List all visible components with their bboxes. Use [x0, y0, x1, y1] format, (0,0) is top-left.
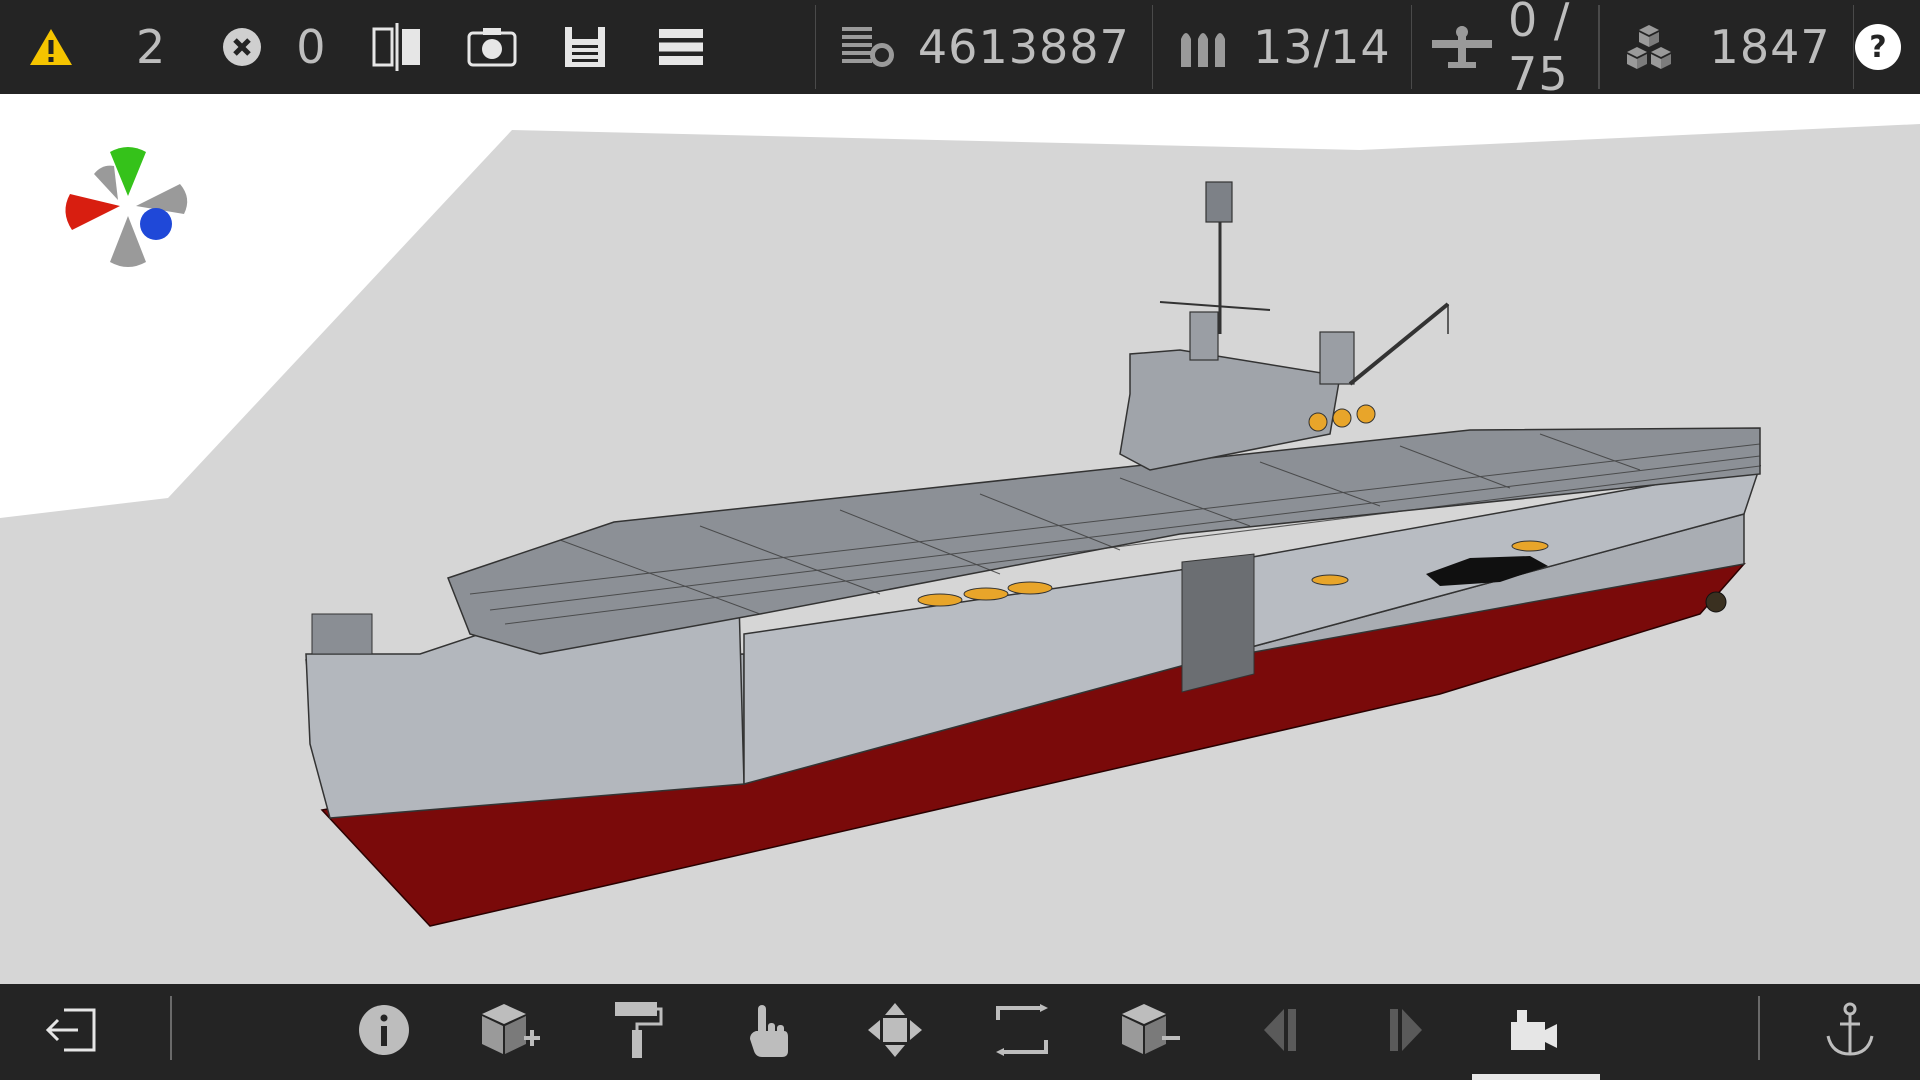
save-icon [563, 25, 607, 69]
scene-canvas [0, 124, 1920, 984]
screenshot-button[interactable] [467, 0, 517, 94]
previous-button[interactable] [1230, 984, 1330, 1080]
ship-radar [1205, 181, 1233, 223]
mirror-symmetry-button[interactable] [371, 0, 423, 94]
errors-count: 0 [296, 20, 327, 74]
paint-roller-icon [613, 1000, 663, 1064]
ammo-value: 13/14 [1253, 20, 1391, 74]
ammo-stat: 13/14 [1177, 0, 1391, 94]
next-icon [1386, 1007, 1426, 1057]
exit-icon [42, 1006, 98, 1058]
blocks-value: 1847 [1709, 20, 1831, 74]
move-button[interactable] [845, 984, 945, 1080]
blocks-icon [1622, 23, 1676, 71]
paint-button[interactable] [588, 984, 688, 1080]
select-hand-icon [748, 1001, 792, 1063]
add-block-icon [478, 1002, 542, 1062]
cost-value: 4613887 [917, 20, 1130, 74]
view-camera-icon [1509, 1008, 1559, 1056]
mirror-symmetry-icon [371, 23, 423, 71]
remove-block-button[interactable] [1100, 984, 1200, 1080]
warning-icon [28, 27, 74, 67]
select-button[interactable] [720, 984, 820, 1080]
anchor-icon [1824, 1002, 1876, 1062]
view-camera-button[interactable] [1484, 984, 1584, 1080]
svg-text:?: ? [1869, 30, 1886, 65]
active-tool-indicator [1472, 1074, 1600, 1080]
aircraft-value: 0 / 75 [1508, 0, 1571, 101]
toolbar-divider [1410, 5, 1413, 89]
hangar-opening [1181, 553, 1255, 693]
menu-icon [658, 27, 703, 67]
bottom-toolbar [0, 984, 1920, 1080]
3d-viewport[interactable] [0, 94, 1920, 984]
bottom-divider [1758, 996, 1760, 1060]
cost-coins-icon [840, 23, 896, 71]
axis-gizmo[interactable] [58, 134, 198, 278]
rotate-button[interactable] [972, 984, 1072, 1080]
warnings-indicator[interactable]: 2 [28, 0, 166, 94]
top-toolbar: 2 0 4613887 13/14 0 / 75 1847 ? [0, 0, 1920, 101]
rotate-icon [994, 1004, 1050, 1060]
ship-funnel [1189, 311, 1219, 361]
blocks-stat: 1847 [1622, 0, 1831, 94]
anchor-button[interactable] [1800, 984, 1900, 1080]
toolbar-divider [1598, 5, 1600, 89]
errors-indicator[interactable]: 0 [222, 0, 326, 94]
cost-stat: 4613887 [840, 0, 1130, 94]
info-icon [358, 1004, 410, 1060]
help-icon: ? [1854, 23, 1902, 71]
info-button[interactable] [334, 984, 434, 1080]
move-arrows-icon [866, 1001, 924, 1063]
x-axis-handle [65, 194, 120, 230]
ammo-shells-icon [1177, 25, 1231, 69]
add-block-button[interactable] [460, 984, 560, 1080]
help-button[interactable]: ? [1854, 0, 1902, 94]
z-axis-handle [140, 208, 172, 240]
error-x-icon [222, 27, 262, 67]
aircraft-stat: 0 / 75 [1430, 0, 1576, 101]
ship-funnel-aft [1319, 331, 1355, 385]
next-button[interactable] [1356, 984, 1456, 1080]
exit-button[interactable] [20, 984, 120, 1080]
remove-block-icon [1118, 1002, 1182, 1062]
save-button[interactable] [563, 0, 607, 94]
camera-icon [467, 25, 517, 69]
bottom-divider [170, 996, 172, 1060]
toolbar-divider [814, 5, 816, 89]
previous-icon [1260, 1007, 1300, 1057]
menu-button[interactable] [658, 0, 703, 94]
aircraft-icon [1430, 22, 1494, 72]
warnings-count: 2 [136, 20, 167, 74]
toolbar-divider [1151, 5, 1154, 89]
